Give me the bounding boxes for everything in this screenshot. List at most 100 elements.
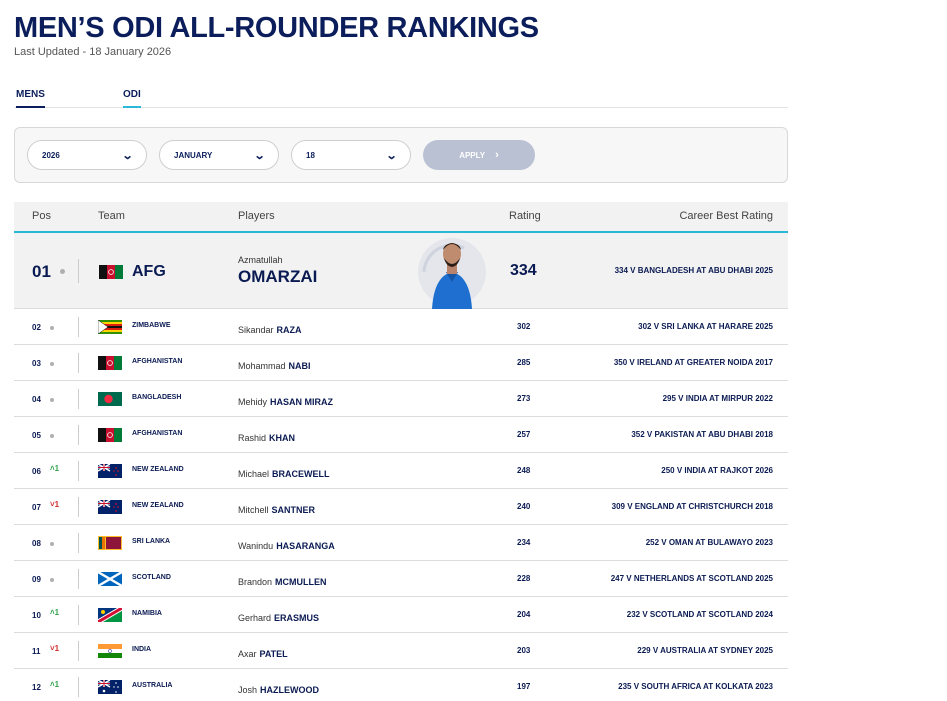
player-last-name: MCMULLEN <box>275 577 327 587</box>
srilanka-flag-icon <box>98 536 122 550</box>
player-first-name: Sikandar <box>238 325 274 335</box>
day-select[interactable]: 18 ⌄ <box>291 140 411 170</box>
position: 09 <box>32 575 41 584</box>
player-last-name: HAZLEWOOD <box>260 685 320 695</box>
team-name: AFG <box>132 263 166 280</box>
player-first-name: Michael <box>238 469 270 479</box>
header-career-best: Career Best Rating <box>679 210 773 222</box>
rating: 203 <box>517 646 531 655</box>
player-name[interactable]: Rashid KHAN <box>238 433 295 443</box>
career-best: 252 V OMAN AT BULAWAYO 2023 <box>645 538 773 547</box>
tab-odi[interactable]: ODI <box>123 89 141 108</box>
divider <box>78 569 79 589</box>
chevron-down-icon: ⌄ <box>121 149 134 162</box>
player-first-name: Axar <box>238 649 257 659</box>
divider <box>78 533 79 553</box>
career-best: 334 V BANGLADESH AT ABU DHABI 2025 <box>614 266 773 275</box>
player-photo <box>418 238 486 309</box>
player-last-name: SANTNER <box>271 505 316 515</box>
divider <box>78 605 79 625</box>
rating: 302 <box>517 322 531 331</box>
page-title: MEN’S ODI ALL-ROUNDER RANKINGS <box>14 12 539 44</box>
table-row[interactable]: 11 ˅1 INDIA Axar PATEL 203 229 V AUSTRALI… <box>14 633 788 669</box>
player-last-name: RAZA <box>276 325 302 335</box>
namibia-flag-icon <box>98 608 122 622</box>
table-row[interactable]: 08 SRI LANKA Wanindu HASARANGA 234 252 V … <box>14 525 788 561</box>
divider <box>78 389 79 409</box>
career-best: 352 V PAKISTAN AT ABU DHABI 2018 <box>631 430 773 439</box>
no-change-icon <box>50 542 54 546</box>
tab-mens[interactable]: MENS <box>16 89 45 108</box>
divider <box>78 497 79 517</box>
afghanistan-flag-icon <box>98 428 122 442</box>
rating: 248 <box>517 466 531 475</box>
no-change-icon <box>50 434 54 438</box>
filter-panel: 2026 ⌄ JANUARY ⌄ 18 ⌄ APPLY › <box>14 127 788 183</box>
table-row-top[interactable]: 01 AFG Azmatullah OMARZAI 334 334 V BANG… <box>14 233 788 309</box>
team-name: SCOTLAND <box>132 574 171 581</box>
player-name[interactable]: Brandon MCMULLEN <box>238 577 327 587</box>
month-select[interactable]: JANUARY ⌄ <box>159 140 279 170</box>
career-best: 302 V SRI LANKA AT HARARE 2025 <box>638 322 773 331</box>
player-name[interactable]: Josh HAZLEWOOD <box>238 685 319 695</box>
last-updated: Last Updated - 18 January 2026 <box>14 46 172 58</box>
position: 04 <box>32 395 41 404</box>
position: 08 <box>32 539 41 548</box>
table-header: Pos Team Players Rating Career Best Rati… <box>14 202 788 233</box>
player-name[interactable]: Mehidy HASAN MIRAZ <box>238 397 333 407</box>
apply-button[interactable]: APPLY › <box>423 140 535 170</box>
team-name: SRI LANKA <box>132 538 171 545</box>
position: 10 <box>32 611 41 620</box>
player-name[interactable]: Gerhard ERASMUS <box>238 613 319 623</box>
player-last-name[interactable]: OMARZAI <box>238 267 317 287</box>
player-name[interactable]: Axar PATEL <box>238 649 288 659</box>
career-best: 232 V SCOTLAND AT SCOTLAND 2024 <box>626 610 773 619</box>
rank-up-icon: ˄1 <box>50 680 60 689</box>
table-row[interactable]: 06 ˄1 NEW ZEALAND Michael BRACEWELL 248 2… <box>14 453 788 489</box>
no-change-icon <box>50 398 54 402</box>
tab-bar: MENS ODI <box>14 84 788 108</box>
player-last-name: BRACEWELL <box>272 469 330 479</box>
rating: 197 <box>517 682 531 691</box>
table-row[interactable]: 09 SCOTLAND Brandon MCMULLEN 228 247 V NE… <box>14 561 788 597</box>
table-row[interactable]: 12 ˄1 AUSTRALIA Josh HAZLEWOOD 197 235 V … <box>14 669 788 701</box>
bangladesh-flag-icon <box>98 392 122 406</box>
afghanistan-flag-icon <box>98 356 122 370</box>
player-last-name: HASARANGA <box>276 541 335 551</box>
chevron-down-icon: ⌄ <box>253 149 266 162</box>
year-select[interactable]: 2026 ⌄ <box>27 140 147 170</box>
divider <box>78 353 79 373</box>
divider <box>78 677 79 697</box>
player-first-name: Rashid <box>238 433 267 443</box>
rating: 234 <box>517 538 531 547</box>
rank-up-icon: ˄1 <box>50 608 60 617</box>
position: 06 <box>32 467 41 476</box>
career-best: 235 V SOUTH AFRICA AT KOLKATA 2023 <box>618 682 773 691</box>
header-players: Players <box>238 210 275 222</box>
chevron-down-icon: ⌄ <box>385 149 398 162</box>
position: 02 <box>32 323 41 332</box>
table-row[interactable]: 02 ZIMBABWE Sikandar RAZA 302 302 V SRI L… <box>14 309 788 345</box>
table-row[interactable]: 04 BANGLADESH Mehidy HASAN MIRAZ 273 295 … <box>14 381 788 417</box>
player-last-name: PATEL <box>259 649 288 659</box>
rating: 285 <box>517 358 531 367</box>
rating: 204 <box>517 610 531 619</box>
afghanistan-flag-icon <box>99 265 123 279</box>
divider <box>78 259 79 283</box>
player-name[interactable]: Wanindu HASARANGA <box>238 541 335 551</box>
player-first-name: Wanindu <box>238 541 274 551</box>
table-row[interactable]: 07 ˅1 NEW ZEALAND Mitchell SANTNER 240 30… <box>14 489 788 525</box>
apply-button-label: APPLY <box>459 150 486 160</box>
player-name[interactable]: Michael BRACEWELL <box>238 469 330 479</box>
table-row[interactable]: 10 ˄1 NAMIBIA Gerhard ERASMUS 204 232 V S… <box>14 597 788 633</box>
rank-down-icon: ˅1 <box>50 644 60 653</box>
player-name[interactable]: Mohammad NABI <box>238 361 311 371</box>
player-name[interactable]: Sikandar RAZA <box>238 325 302 335</box>
player-first-name: Gerhard <box>238 613 272 623</box>
rank-down-icon: ˅1 <box>50 500 60 509</box>
australia-flag-icon <box>98 680 122 694</box>
table-row[interactable]: 03 AFGHANISTAN Mohammad NABI 285 350 V IR… <box>14 345 788 381</box>
table-row[interactable]: 05 AFGHANISTAN Rashid KHAN 257 352 V PAKI… <box>14 417 788 453</box>
player-name[interactable]: Mitchell SANTNER <box>238 505 315 515</box>
player-first-name: Mehidy <box>238 397 268 407</box>
